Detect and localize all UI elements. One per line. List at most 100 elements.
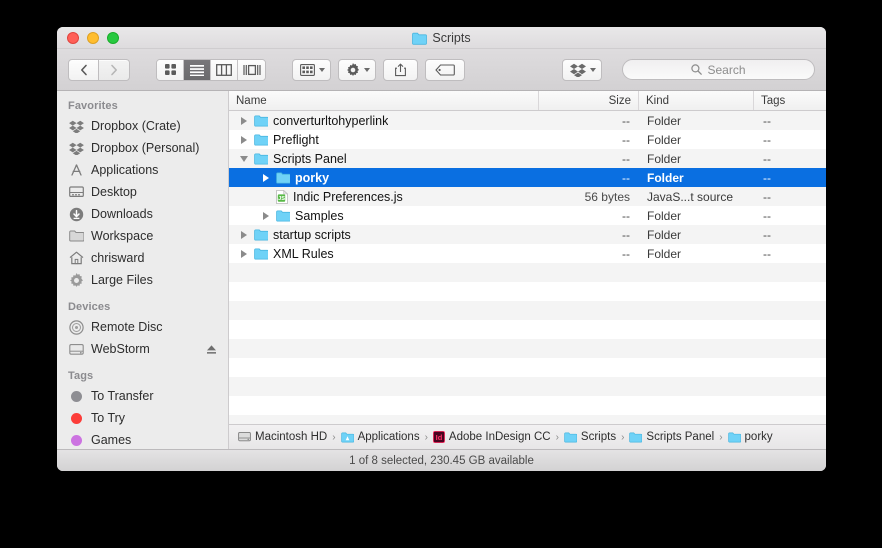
folder-icon bbox=[254, 134, 268, 146]
breadcrumb-scripts[interactable]: Scripts bbox=[564, 431, 616, 443]
breadcrumb-macintosh-hd[interactable]: Macintosh HD bbox=[238, 431, 327, 443]
tag-dot-icon bbox=[68, 432, 84, 448]
file-name-label: converturltohyperlink bbox=[273, 113, 389, 128]
disclosure-triangle[interactable] bbox=[237, 228, 250, 241]
folder-icon bbox=[629, 432, 643, 443]
search-input[interactable]: Search bbox=[622, 59, 815, 80]
file-name-label: porky bbox=[295, 170, 330, 185]
folder-icon bbox=[564, 432, 577, 443]
folder-icon bbox=[412, 32, 428, 45]
desktop-icon bbox=[68, 184, 84, 200]
file-name-cell: XML Rules bbox=[229, 247, 539, 261]
column-header-size[interactable]: Size bbox=[539, 91, 639, 110]
breadcrumb-label: porky bbox=[744, 431, 773, 443]
sidebar-item-label: To Transfer bbox=[91, 389, 154, 403]
harddrive-icon bbox=[238, 431, 251, 443]
file-tags-cell: -- bbox=[763, 227, 771, 242]
sidebar-item-label: Dropbox (Personal) bbox=[91, 141, 200, 155]
gallery-view-button[interactable] bbox=[238, 59, 265, 80]
table-row[interactable]: JS Indic Preferences.js 56 bytes JavaS...t … bbox=[229, 187, 826, 206]
file-size-cell: -- bbox=[622, 227, 630, 242]
table-row[interactable]: converturltohyperlink -- Folder -- bbox=[229, 111, 826, 130]
dropbox-icon bbox=[68, 118, 84, 134]
table-row[interactable]: XML Rules -- Folder -- bbox=[229, 244, 826, 263]
sidebar-item-label: Games bbox=[91, 433, 132, 447]
sidebar-item-large-files[interactable]: Large Files bbox=[57, 269, 228, 291]
sidebar-item-chrisward[interactable]: chrisward bbox=[57, 247, 228, 269]
window-body: Favorites Dropbox (Crate) Dropbox (Perso… bbox=[57, 91, 826, 449]
arrange-button[interactable] bbox=[292, 58, 331, 81]
breadcrumb-adobe-indesign-cc[interactable]: Id Adobe InDesign CC bbox=[432, 431, 551, 443]
sidebar: Favorites Dropbox (Crate) Dropbox (Perso… bbox=[57, 91, 229, 449]
action-gear-button[interactable] bbox=[338, 58, 376, 81]
chevron-down-icon bbox=[364, 67, 370, 72]
sidebar-item-workspace[interactable]: Workspace bbox=[57, 225, 228, 247]
file-size-cell: -- bbox=[622, 170, 630, 185]
sidebar-item-dropbox-crate[interactable]: Dropbox (Crate) bbox=[57, 115, 228, 137]
breadcrumb-label: Adobe InDesign CC bbox=[448, 431, 551, 443]
sidebar-item-remote-disc[interactable]: Remote Disc bbox=[57, 316, 228, 338]
dropbox-button[interactable] bbox=[562, 58, 602, 81]
file-name-cell: Scripts Panel bbox=[229, 152, 539, 166]
empty-row bbox=[229, 320, 826, 339]
icon-view-button[interactable] bbox=[157, 59, 184, 80]
table-row[interactable]: startup scripts -- Folder -- bbox=[229, 225, 826, 244]
disclosure-triangle[interactable] bbox=[259, 209, 272, 222]
sidebar-item-applications[interactable]: Applications bbox=[57, 159, 228, 181]
sidebar-item-dropbox-personal[interactable]: Dropbox (Personal) bbox=[57, 137, 228, 159]
navigation-buttons bbox=[68, 58, 130, 81]
folder-icon bbox=[276, 210, 290, 222]
file-kind-cell: Folder bbox=[647, 227, 682, 242]
file-rows: converturltohyperlink -- Folder -- Preflight… bbox=[229, 111, 826, 424]
title-bar[interactable]: Scripts bbox=[57, 27, 826, 49]
file-tags-cell: -- bbox=[763, 189, 771, 204]
status-text: 1 of 8 selected, 230.45 GB available bbox=[349, 454, 534, 467]
sidebar-item-webstorm[interactable]: WebStorm bbox=[57, 338, 228, 360]
sidebar-item-downloads[interactable]: Downloads bbox=[57, 203, 228, 225]
chevron-down-icon bbox=[590, 67, 596, 72]
file-kind-cell: JavaS...t source bbox=[647, 189, 734, 204]
column-header-kind[interactable]: Kind bbox=[639, 91, 754, 110]
disclosure-triangle[interactable] bbox=[259, 171, 272, 184]
table-row[interactable]: Preflight -- Folder -- bbox=[229, 130, 826, 149]
sidebar-item-to-transfer[interactable]: To Transfer bbox=[57, 385, 228, 407]
sidebar-item-games[interactable]: Games bbox=[57, 429, 228, 449]
disclosure-triangle[interactable] bbox=[237, 133, 250, 146]
file-name-label: Scripts Panel bbox=[273, 151, 347, 166]
breadcrumb-scripts-panel[interactable]: Scripts Panel bbox=[629, 431, 714, 443]
applications-icon bbox=[68, 162, 84, 178]
disclosure-triangle[interactable] bbox=[237, 247, 250, 260]
eject-icon[interactable] bbox=[206, 344, 217, 355]
forward-button[interactable] bbox=[99, 58, 130, 81]
column-header-name[interactable]: Name bbox=[229, 91, 539, 110]
file-tags-cell: -- bbox=[763, 246, 771, 261]
disclosure-triangle[interactable] bbox=[237, 152, 250, 165]
table-row[interactable]: Scripts Panel -- Folder -- bbox=[229, 149, 826, 168]
file-kind-cell: Folder bbox=[647, 170, 684, 185]
sidebar-item-desktop[interactable]: Desktop bbox=[57, 181, 228, 203]
tag-button[interactable] bbox=[425, 58, 465, 81]
table-row[interactable]: Samples -- Folder -- bbox=[229, 206, 826, 225]
breadcrumb-separator: › bbox=[621, 431, 625, 443]
empty-row bbox=[229, 339, 826, 358]
list-view-button[interactable] bbox=[184, 59, 211, 80]
downloads-icon bbox=[68, 206, 84, 222]
sidebar-item-label: Downloads bbox=[91, 207, 153, 221]
sidebar-item-label: Dropbox (Crate) bbox=[91, 119, 181, 133]
disclosure-triangle[interactable] bbox=[259, 190, 272, 203]
file-kind-cell: Folder bbox=[647, 132, 682, 147]
table-row[interactable]: porky -- Folder -- bbox=[229, 168, 826, 187]
disclosure-triangle[interactable] bbox=[237, 114, 250, 127]
breadcrumb-porky[interactable]: porky bbox=[727, 431, 773, 443]
column-header-tags[interactable]: Tags bbox=[754, 91, 826, 110]
back-button[interactable] bbox=[68, 58, 99, 81]
tag-dot-icon bbox=[68, 388, 84, 404]
column-view-button[interactable] bbox=[211, 59, 238, 80]
share-button[interactable] bbox=[383, 58, 418, 81]
breadcrumb-applications[interactable]: Applications bbox=[340, 431, 420, 443]
folder-icon bbox=[68, 228, 84, 244]
file-kind-cell: Folder bbox=[647, 246, 682, 261]
sidebar-item-to-try[interactable]: To Try bbox=[57, 407, 228, 429]
dropbox-icon bbox=[68, 140, 84, 156]
sidebar-header-tags: Tags bbox=[68, 370, 94, 382]
